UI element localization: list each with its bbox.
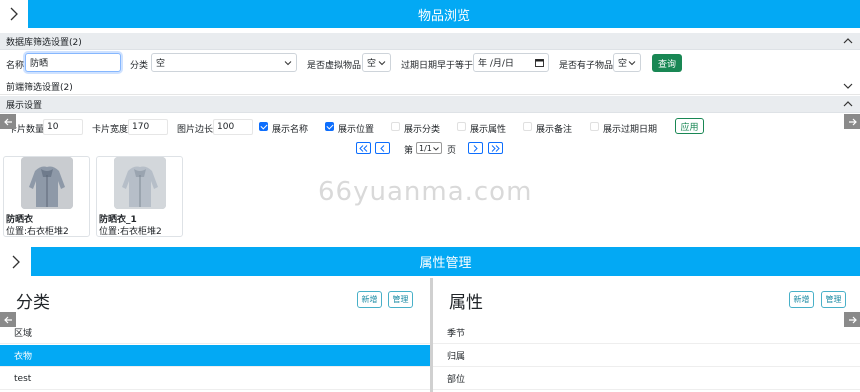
- chevron-down-icon: [284, 61, 292, 66]
- double-chevron-left-icon: [359, 144, 368, 152]
- item-image: [21, 157, 73, 209]
- page-select[interactable]: 1/1: [416, 142, 442, 154]
- chevron-right-icon[interactable]: [0, 247, 31, 276]
- chevron-up-icon[interactable]: [842, 35, 854, 47]
- scroll-right-button[interactable]: [844, 114, 860, 129]
- arrow-right-icon: [848, 316, 857, 323]
- img-side-label: 图片边长: [177, 125, 214, 135]
- attribute-add-button[interactable]: 新增: [789, 291, 814, 308]
- category-item[interactable]: 区域: [0, 322, 430, 344]
- category-label: 分类: [130, 61, 149, 71]
- apply-button[interactable]: 应用: [675, 118, 704, 134]
- show-attribute-label: 展示属性: [470, 125, 507, 135]
- attribute-manage-button[interactable]: 管理: [821, 291, 846, 308]
- chevron-up-icon[interactable]: [842, 98, 854, 110]
- attribute-item[interactable]: 部位: [433, 368, 860, 390]
- has-child-label: 是否有子物品: [559, 61, 614, 71]
- show-note-label: 展示备注: [536, 125, 573, 135]
- show-name-checkbox[interactable]: [259, 122, 268, 131]
- has-child-select[interactable]: 空: [613, 53, 641, 72]
- category-item[interactable]: test: [0, 368, 430, 390]
- card-width-input[interactable]: 170: [128, 119, 168, 135]
- category-manage-button[interactable]: 管理: [388, 291, 413, 308]
- chevron-left-icon: [380, 144, 385, 152]
- expire-date-input[interactable]: 年 /月/日: [473, 53, 549, 72]
- prev-page-button[interactable]: [375, 142, 390, 154]
- expire-date-placeholder: 年 /月/日: [478, 59, 514, 69]
- display-settings-header: 展示设置: [6, 100, 43, 111]
- db-filter-row: 名称 防晒 分类 空 是否虚拟物品 空 过期日期早于等于 年 /月/日 是否有子…: [0, 50, 860, 77]
- page-title: 物品浏览: [28, 0, 860, 28]
- db-filter-accordion[interactable]: 数据库筛选设置(2): [0, 33, 860, 50]
- page-select-value: 1/1: [419, 143, 432, 153]
- chevron-down-icon: [378, 61, 386, 66]
- frontend-filter-header: 前端筛选设置(2): [6, 82, 73, 93]
- virtual-label: 是否虚拟物品: [307, 61, 362, 71]
- last-page-button[interactable]: [488, 142, 503, 154]
- pager: 第 1/1 页: [0, 141, 860, 156]
- next-page-button[interactable]: [468, 142, 483, 154]
- attribute-item[interactable]: 季节: [433, 322, 860, 344]
- item-image: [114, 157, 166, 209]
- expire-label: 过期日期早于等于: [401, 61, 474, 71]
- category-select[interactable]: 空: [151, 53, 297, 72]
- virtual-select[interactable]: 空: [362, 53, 391, 72]
- category-add-button[interactable]: 新增: [357, 291, 382, 308]
- category-item-active[interactable]: 衣物: [0, 345, 430, 367]
- first-page-button[interactable]: [356, 142, 371, 154]
- category-panel: 分类 新增 管理 区域 衣物 test: [0, 278, 430, 392]
- query-button[interactable]: 查询: [652, 54, 682, 72]
- arrow-left-icon: [3, 316, 12, 323]
- attr-mgmt-header: 属性管理: [0, 247, 860, 276]
- show-category-checkbox[interactable]: [391, 122, 400, 131]
- item-location: 位置:右衣柜堆2: [99, 227, 162, 237]
- chevron-down-icon[interactable]: [842, 80, 854, 92]
- chevron-right-icon: [473, 144, 478, 152]
- scroll-left-button[interactable]: [0, 114, 16, 129]
- show-category-label: 展示分类: [404, 125, 441, 135]
- chevron-down-icon: [433, 147, 439, 151]
- page-suffix: 页: [447, 146, 457, 156]
- show-expire-checkbox[interactable]: [590, 122, 599, 131]
- frontend-filter-accordion[interactable]: 前端筛选设置(2): [0, 78, 860, 95]
- chevron-down-icon: [628, 61, 636, 66]
- item-location: 位置:右衣柜堆2: [6, 227, 69, 237]
- card-width-label: 卡片宽度: [92, 125, 129, 135]
- show-name-label: 展示名称: [272, 125, 309, 135]
- attribute-panel: 属性 新增 管理 季节 归属 部位: [433, 278, 860, 392]
- scroll-left-button[interactable]: [0, 312, 16, 327]
- display-settings-accordion[interactable]: 展示设置: [0, 96, 860, 113]
- chevron-right-icon[interactable]: [0, 0, 28, 28]
- show-location-label: 展示位置: [338, 125, 375, 135]
- browse-header: 物品浏览: [0, 0, 860, 28]
- double-chevron-right-icon: [491, 144, 500, 152]
- attr-mgmt-title: 属性管理: [31, 247, 860, 276]
- attribute-item[interactable]: 归属: [433, 345, 860, 367]
- show-expire-label: 展示过期日期: [603, 125, 658, 135]
- db-filter-header: 数据库筛选设置(2): [6, 37, 82, 48]
- card-count-input[interactable]: 10: [43, 119, 83, 135]
- arrow-left-icon: [3, 118, 12, 125]
- category-select-value: 空: [156, 59, 166, 69]
- page-prefix: 第: [404, 146, 414, 156]
- item-card[interactable]: 防晒衣_1 位置:右衣柜堆2: [96, 156, 183, 237]
- arrow-right-icon: [848, 118, 857, 125]
- name-input[interactable]: 防晒: [25, 53, 121, 72]
- item-card[interactable]: 防晒衣 位置:右衣柜堆2: [3, 156, 90, 237]
- has-child-select-value: 空: [618, 59, 628, 69]
- show-location-checkbox[interactable]: [325, 122, 334, 131]
- category-panel-title: 分类: [16, 293, 50, 313]
- show-note-checkbox[interactable]: [523, 122, 532, 131]
- name-label: 名称: [6, 61, 25, 71]
- img-side-input[interactable]: 100: [213, 119, 253, 135]
- show-attribute-checkbox[interactable]: [457, 122, 466, 131]
- calendar-icon[interactable]: [535, 58, 544, 67]
- watermark: 66yuanma.com: [318, 177, 533, 207]
- display-settings-row: 卡片数量 10 卡片宽度 170 图片边长 100 展示名称 展示位置 展示分类…: [0, 116, 860, 138]
- scroll-right-button[interactable]: [844, 312, 860, 327]
- virtual-select-value: 空: [367, 59, 377, 69]
- attribute-panel-title: 属性: [449, 293, 483, 313]
